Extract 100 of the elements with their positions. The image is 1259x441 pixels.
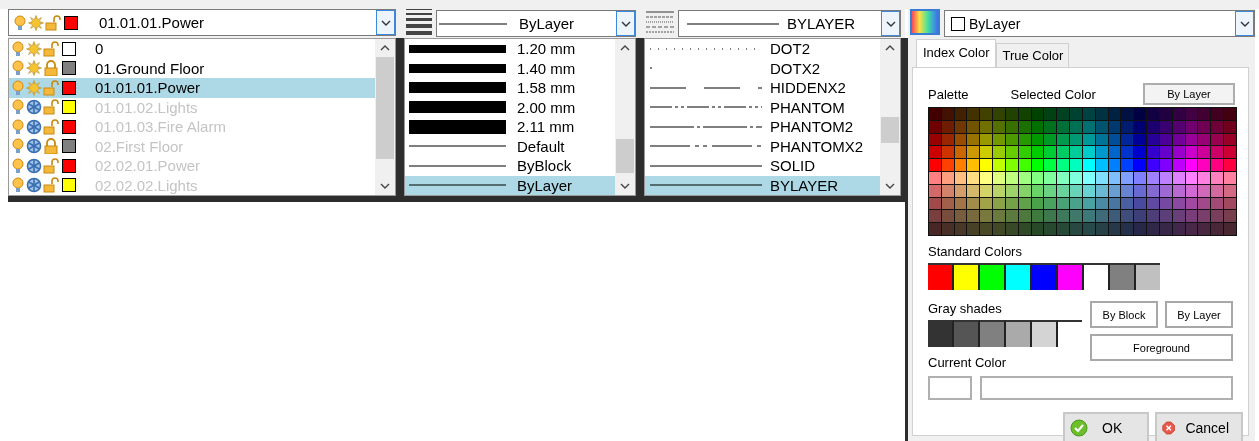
snowflake-icon[interactable] <box>26 118 42 135</box>
linetype-row[interactable]: PHANTOMX2 <box>645 136 880 156</box>
lineweight-value: ByLayer <box>518 15 575 32</box>
linetype-name: DOTX2 <box>769 59 820 77</box>
color-swatch[interactable] <box>980 263 1006 290</box>
color-swatch[interactable] <box>1084 263 1110 290</box>
lineweight-row[interactable]: 1.20 mm <box>405 39 615 59</box>
open-padlock-icon[interactable] <box>43 118 59 135</box>
shade-swatch[interactable] <box>954 320 980 347</box>
lineweight-row[interactable]: ByLayer <box>405 175 615 195</box>
color-swatch[interactable] <box>954 263 980 290</box>
lineweight-row[interactable]: 2.11 mm <box>405 117 615 137</box>
scrollbar[interactable] <box>375 39 395 195</box>
palette-label: Palette <box>928 86 969 102</box>
lineweight-label: Default <box>516 137 565 155</box>
shade-swatch[interactable] <box>1006 320 1032 347</box>
by-layer-button[interactable]: By Layer <box>1143 83 1235 105</box>
tab[interactable]: True Color <box>996 43 1070 67</box>
color-swatch[interactable] <box>1110 263 1136 290</box>
linetype-icon[interactable] <box>646 8 674 35</box>
scroll-down-icon[interactable] <box>380 182 390 190</box>
layer-row[interactable]: 0 <box>9 39 375 59</box>
snowflake-icon[interactable] <box>26 157 42 174</box>
color-palette-drawing[interactable] <box>928 107 1237 236</box>
linetype-row[interactable]: HIDDENX2 <box>645 78 880 98</box>
by-layer-button[interactable]: By Layer <box>1165 301 1233 328</box>
color-swatch[interactable] <box>928 263 954 290</box>
scroll-up-icon[interactable] <box>620 44 630 52</box>
color-swatch[interactable] <box>1032 263 1058 290</box>
linetype-row[interactable]: PHANTOM <box>645 97 880 117</box>
scrollbar[interactable] <box>880 39 900 195</box>
color-dropdown[interactable]: ByLayer <box>944 10 1255 37</box>
linetype-row[interactable]: DOT2 <box>645 39 880 59</box>
shade-swatch[interactable] <box>980 320 1006 347</box>
layer-dropdown[interactable]: 01.01.01.Power <box>8 9 396 36</box>
dropdown-button[interactable] <box>616 11 635 36</box>
linetype-row[interactable]: BYLAYER <box>645 175 880 195</box>
sun-icon[interactable] <box>28 14 44 31</box>
lightbulb-icon[interactable] <box>11 138 25 155</box>
lightbulb-icon[interactable] <box>11 118 25 135</box>
lineweight-dropdown[interactable]: ByLayer <box>436 10 636 37</box>
closed-padlock-icon[interactable] <box>43 138 59 155</box>
color-swatch[interactable] <box>1136 263 1160 290</box>
color-swatch[interactable] <box>1058 263 1084 290</box>
chevron-down-icon <box>1239 20 1250 27</box>
open-padlock-icon[interactable] <box>43 177 59 194</box>
snowflake-icon[interactable] <box>26 138 42 155</box>
scroll-down-icon[interactable] <box>885 182 895 190</box>
open-padlock-icon[interactable] <box>43 99 59 116</box>
sun-icon[interactable] <box>26 60 42 77</box>
color-preview-field <box>928 376 972 400</box>
snowflake-icon[interactable] <box>26 99 42 116</box>
scroll-down-icon[interactable] <box>620 182 630 190</box>
sun-icon[interactable] <box>26 40 42 57</box>
ok-button[interactable]: OK <box>1063 412 1149 441</box>
color-swatch[interactable] <box>1006 263 1032 290</box>
shade-swatch[interactable] <box>1032 320 1058 347</box>
tab[interactable]: Index Color <box>916 39 997 67</box>
lineweight-row[interactable]: ByBlock <box>405 156 615 176</box>
lightbulb-icon[interactable] <box>11 177 25 194</box>
lightbulb-icon[interactable] <box>11 60 25 77</box>
lightbulb-icon[interactable] <box>11 99 25 116</box>
cancel-button[interactable]: Cancel <box>1155 412 1243 441</box>
lineweight-row[interactable]: Default <box>405 136 615 156</box>
open-padlock-icon[interactable] <box>43 157 59 174</box>
scroll-up-icon[interactable] <box>380 44 390 52</box>
closed-padlock-icon[interactable] <box>43 60 59 77</box>
scrollbar-thumb[interactable] <box>376 57 394 159</box>
linetype-dropdown[interactable]: BYLAYER <box>678 10 901 37</box>
line-sample <box>439 22 507 25</box>
lineweight-row[interactable]: 1.40 mm <box>405 58 615 78</box>
scroll-up-icon[interactable] <box>885 44 895 52</box>
shade-swatch[interactable] <box>928 320 954 347</box>
close-icon <box>1162 418 1176 437</box>
scrollbar-thumb[interactable] <box>881 117 899 143</box>
lineweight-label: 1.40 mm <box>516 59 576 77</box>
dropdown-button[interactable] <box>376 10 395 35</box>
lineweight-row[interactable]: 1.58 mm <box>405 78 615 98</box>
open-padlock-icon[interactable] <box>45 14 61 31</box>
linetype-row[interactable]: DOTX2 <box>645 58 880 78</box>
dropdown-button[interactable] <box>1235 11 1254 36</box>
lineweight-row[interactable]: 2.00 mm <box>405 97 615 117</box>
foreground-button[interactable]: Foreground <box>1090 334 1233 361</box>
open-padlock-icon[interactable] <box>43 40 59 57</box>
lightbulb-icon[interactable] <box>11 157 25 174</box>
scrollbar[interactable] <box>615 39 635 195</box>
lightbulb-icon[interactable] <box>11 40 25 57</box>
color-picker-icon[interactable] <box>910 8 940 35</box>
linetype-row[interactable]: SOLID <box>645 156 880 176</box>
layer-name: 0 <box>94 40 104 58</box>
lineweight-icon[interactable] <box>406 8 432 35</box>
scrollbar-thumb[interactable] <box>616 139 634 173</box>
color-name-field[interactable] <box>980 376 1233 400</box>
snowflake-icon[interactable] <box>26 177 42 194</box>
lightbulb-icon[interactable] <box>13 14 27 31</box>
by-block-button[interactable]: By Block <box>1090 301 1158 328</box>
layer-name: 01.Ground Floor <box>94 59 205 77</box>
dropdown-button[interactable] <box>881 11 900 36</box>
layer-row[interactable]: 01.Ground Floor <box>9 58 375 78</box>
linetype-row[interactable]: PHANTOM2 <box>645 117 880 137</box>
